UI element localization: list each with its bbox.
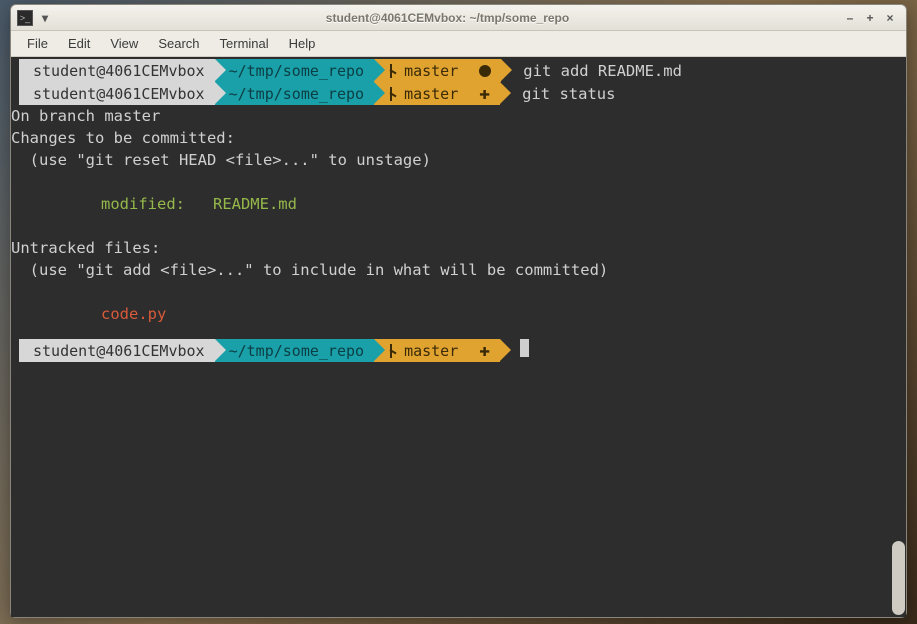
seg-user: student@4061CEMvbox bbox=[19, 82, 215, 105]
branch-icon bbox=[388, 87, 398, 101]
command-1: git add README.md bbox=[501, 59, 682, 82]
menu-edit[interactable]: Edit bbox=[60, 34, 98, 53]
titlebar[interactable]: >_ ▾ student@4061CEMvbox: ~/tmp/some_rep… bbox=[11, 5, 906, 31]
menu-help[interactable]: Help bbox=[281, 34, 324, 53]
seg-path: ~/tmp/some_repo bbox=[215, 59, 374, 82]
command-2: git status bbox=[500, 82, 615, 105]
staged-plus-icon: ✚ bbox=[479, 87, 490, 101]
prompt-line-2: student@4061CEMvbox ~/tmp/some_repo mast… bbox=[11, 82, 906, 105]
window-title: student@4061CEMvbox: ~/tmp/some_repo bbox=[57, 11, 838, 25]
seg-user: student@4061CEMvbox bbox=[19, 59, 215, 82]
prompt-line-3: student@4061CEMvbox ~/tmp/some_repo mast… bbox=[11, 339, 906, 362]
menu-view[interactable]: View bbox=[102, 34, 146, 53]
menubar: File Edit View Search Terminal Help bbox=[11, 31, 906, 57]
seg-path: ~/tmp/some_repo bbox=[215, 339, 374, 362]
dirty-dot-icon bbox=[479, 65, 491, 77]
output-line: Untracked files: bbox=[11, 237, 906, 259]
output-modified: modified: README.md bbox=[11, 193, 906, 215]
menu-file[interactable]: File bbox=[19, 34, 56, 53]
seg-branch: master ✚ bbox=[374, 339, 500, 362]
scrollbar-thumb[interactable] bbox=[892, 541, 905, 615]
cursor bbox=[520, 339, 529, 357]
staged-plus-icon: ✚ bbox=[479, 344, 490, 358]
minimize-button[interactable]: – bbox=[844, 11, 856, 25]
output-line: Changes to be committed: bbox=[11, 127, 906, 149]
output-line: (use "git add <file>..." to include in w… bbox=[11, 259, 906, 281]
seg-user: student@4061CEMvbox bbox=[19, 339, 215, 362]
prompt-line-1: student@4061CEMvbox ~/tmp/some_repo mast… bbox=[11, 59, 906, 82]
pin-button[interactable]: ▾ bbox=[39, 11, 51, 25]
app-icon: >_ bbox=[17, 10, 33, 26]
branch-icon bbox=[388, 64, 398, 78]
terminal-area[interactable]: student@4061CEMvbox ~/tmp/some_repo mast… bbox=[11, 57, 906, 617]
seg-path: ~/tmp/some_repo bbox=[215, 82, 374, 105]
output-line: (use "git reset HEAD <file>..." to unsta… bbox=[11, 149, 906, 171]
seg-branch: master ✚ bbox=[374, 82, 500, 105]
terminal-window: >_ ▾ student@4061CEMvbox: ~/tmp/some_rep… bbox=[10, 4, 907, 618]
close-button[interactable]: × bbox=[884, 11, 896, 25]
menu-terminal[interactable]: Terminal bbox=[212, 34, 277, 53]
seg-branch: master bbox=[374, 59, 501, 82]
branch-icon bbox=[388, 344, 398, 358]
menu-search[interactable]: Search bbox=[150, 34, 207, 53]
maximize-button[interactable]: + bbox=[864, 11, 876, 25]
output-line: On branch master bbox=[11, 105, 906, 127]
output-untracked: code.py bbox=[11, 303, 906, 325]
